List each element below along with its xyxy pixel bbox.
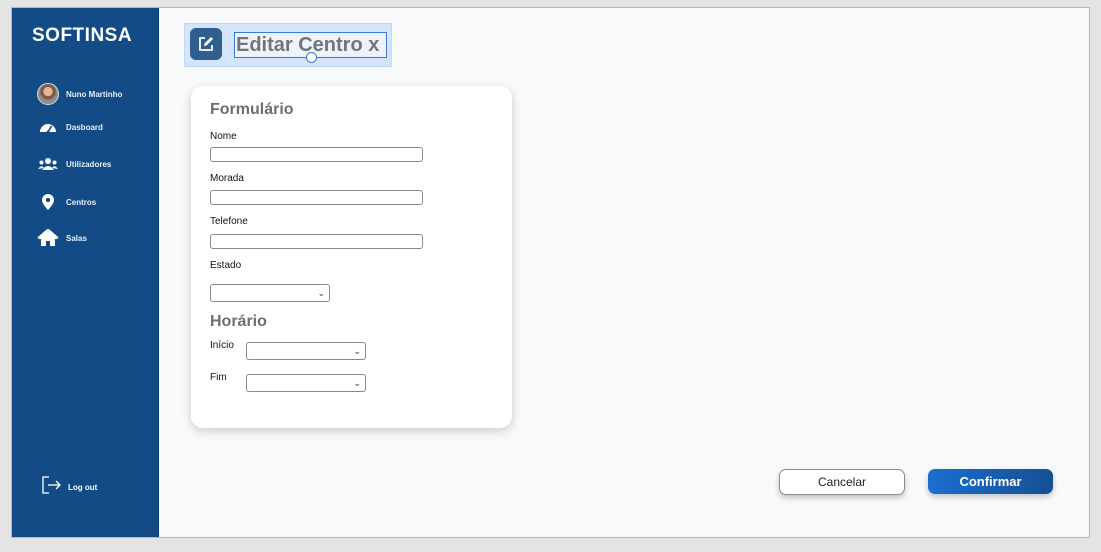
- page-title-editor[interactable]: Editar Centro x: [234, 32, 387, 63]
- chevron-down-icon: ⌄: [353, 378, 361, 388]
- map-pin-icon: [36, 192, 60, 212]
- cancel-button[interactable]: Cancelar: [779, 469, 905, 495]
- sidebar-item-salas[interactable]: Salas: [36, 228, 87, 248]
- edit-icon: [199, 37, 213, 51]
- logout-button[interactable]: Log out: [42, 476, 97, 499]
- rotate-handle[interactable]: [306, 52, 317, 63]
- form-card: Formulário Nome Morada Telefone Estado ⌄…: [191, 86, 512, 428]
- sidebar-item-centros[interactable]: Centros: [36, 192, 96, 212]
- users-icon: [36, 154, 60, 174]
- sidebar-item-dashboard[interactable]: Dasboard: [36, 117, 103, 137]
- fim-label: Fim: [210, 372, 227, 383]
- inicio-label: Início: [210, 340, 234, 351]
- fim-select[interactable]: ⌄: [246, 374, 366, 392]
- brand-logo: SOFTINSA: [32, 25, 133, 46]
- estado-label: Estado: [210, 260, 242, 271]
- logout-icon: [42, 476, 62, 499]
- telefone-input[interactable]: [210, 234, 423, 249]
- chevron-down-icon: ⌄: [317, 288, 325, 298]
- morada-input[interactable]: [210, 190, 423, 205]
- user-name: Nuno Martinho: [66, 89, 123, 99]
- sidebar-item-label: Utilizadores: [66, 159, 112, 169]
- sidebar-item-label: Dasboard: [66, 122, 103, 132]
- form-section-title: Formulário: [210, 101, 294, 118]
- dashboard-icon: [36, 117, 60, 137]
- sidebar: SOFTINSA Nuno Martinho Dasboard Utilizad…: [12, 8, 159, 537]
- chevron-down-icon: ⌄: [353, 346, 361, 356]
- confirm-button[interactable]: Confirmar: [928, 469, 1053, 494]
- page-header: Editar Centro x: [184, 23, 392, 67]
- logout-label: Log out: [68, 483, 98, 492]
- user-profile[interactable]: Nuno Martinho: [36, 83, 123, 105]
- inicio-select[interactable]: ⌄: [246, 342, 366, 360]
- schedule-section-title: Horário: [210, 313, 267, 330]
- estado-select[interactable]: ⌄: [210, 284, 330, 302]
- telefone-label: Telefone: [210, 216, 248, 227]
- edit-button[interactable]: [190, 28, 222, 60]
- avatar: [36, 83, 60, 105]
- app-window: SOFTINSA Nuno Martinho Dasboard Utilizad…: [11, 7, 1090, 538]
- sidebar-item-utilizadores[interactable]: Utilizadores: [36, 154, 111, 174]
- nome-label: Nome: [210, 131, 237, 142]
- nome-input[interactable]: [210, 147, 423, 162]
- sidebar-item-label: Centros: [66, 197, 97, 207]
- sidebar-item-label: Salas: [66, 233, 87, 243]
- home-icon: [36, 228, 60, 248]
- morada-label: Morada: [210, 173, 244, 184]
